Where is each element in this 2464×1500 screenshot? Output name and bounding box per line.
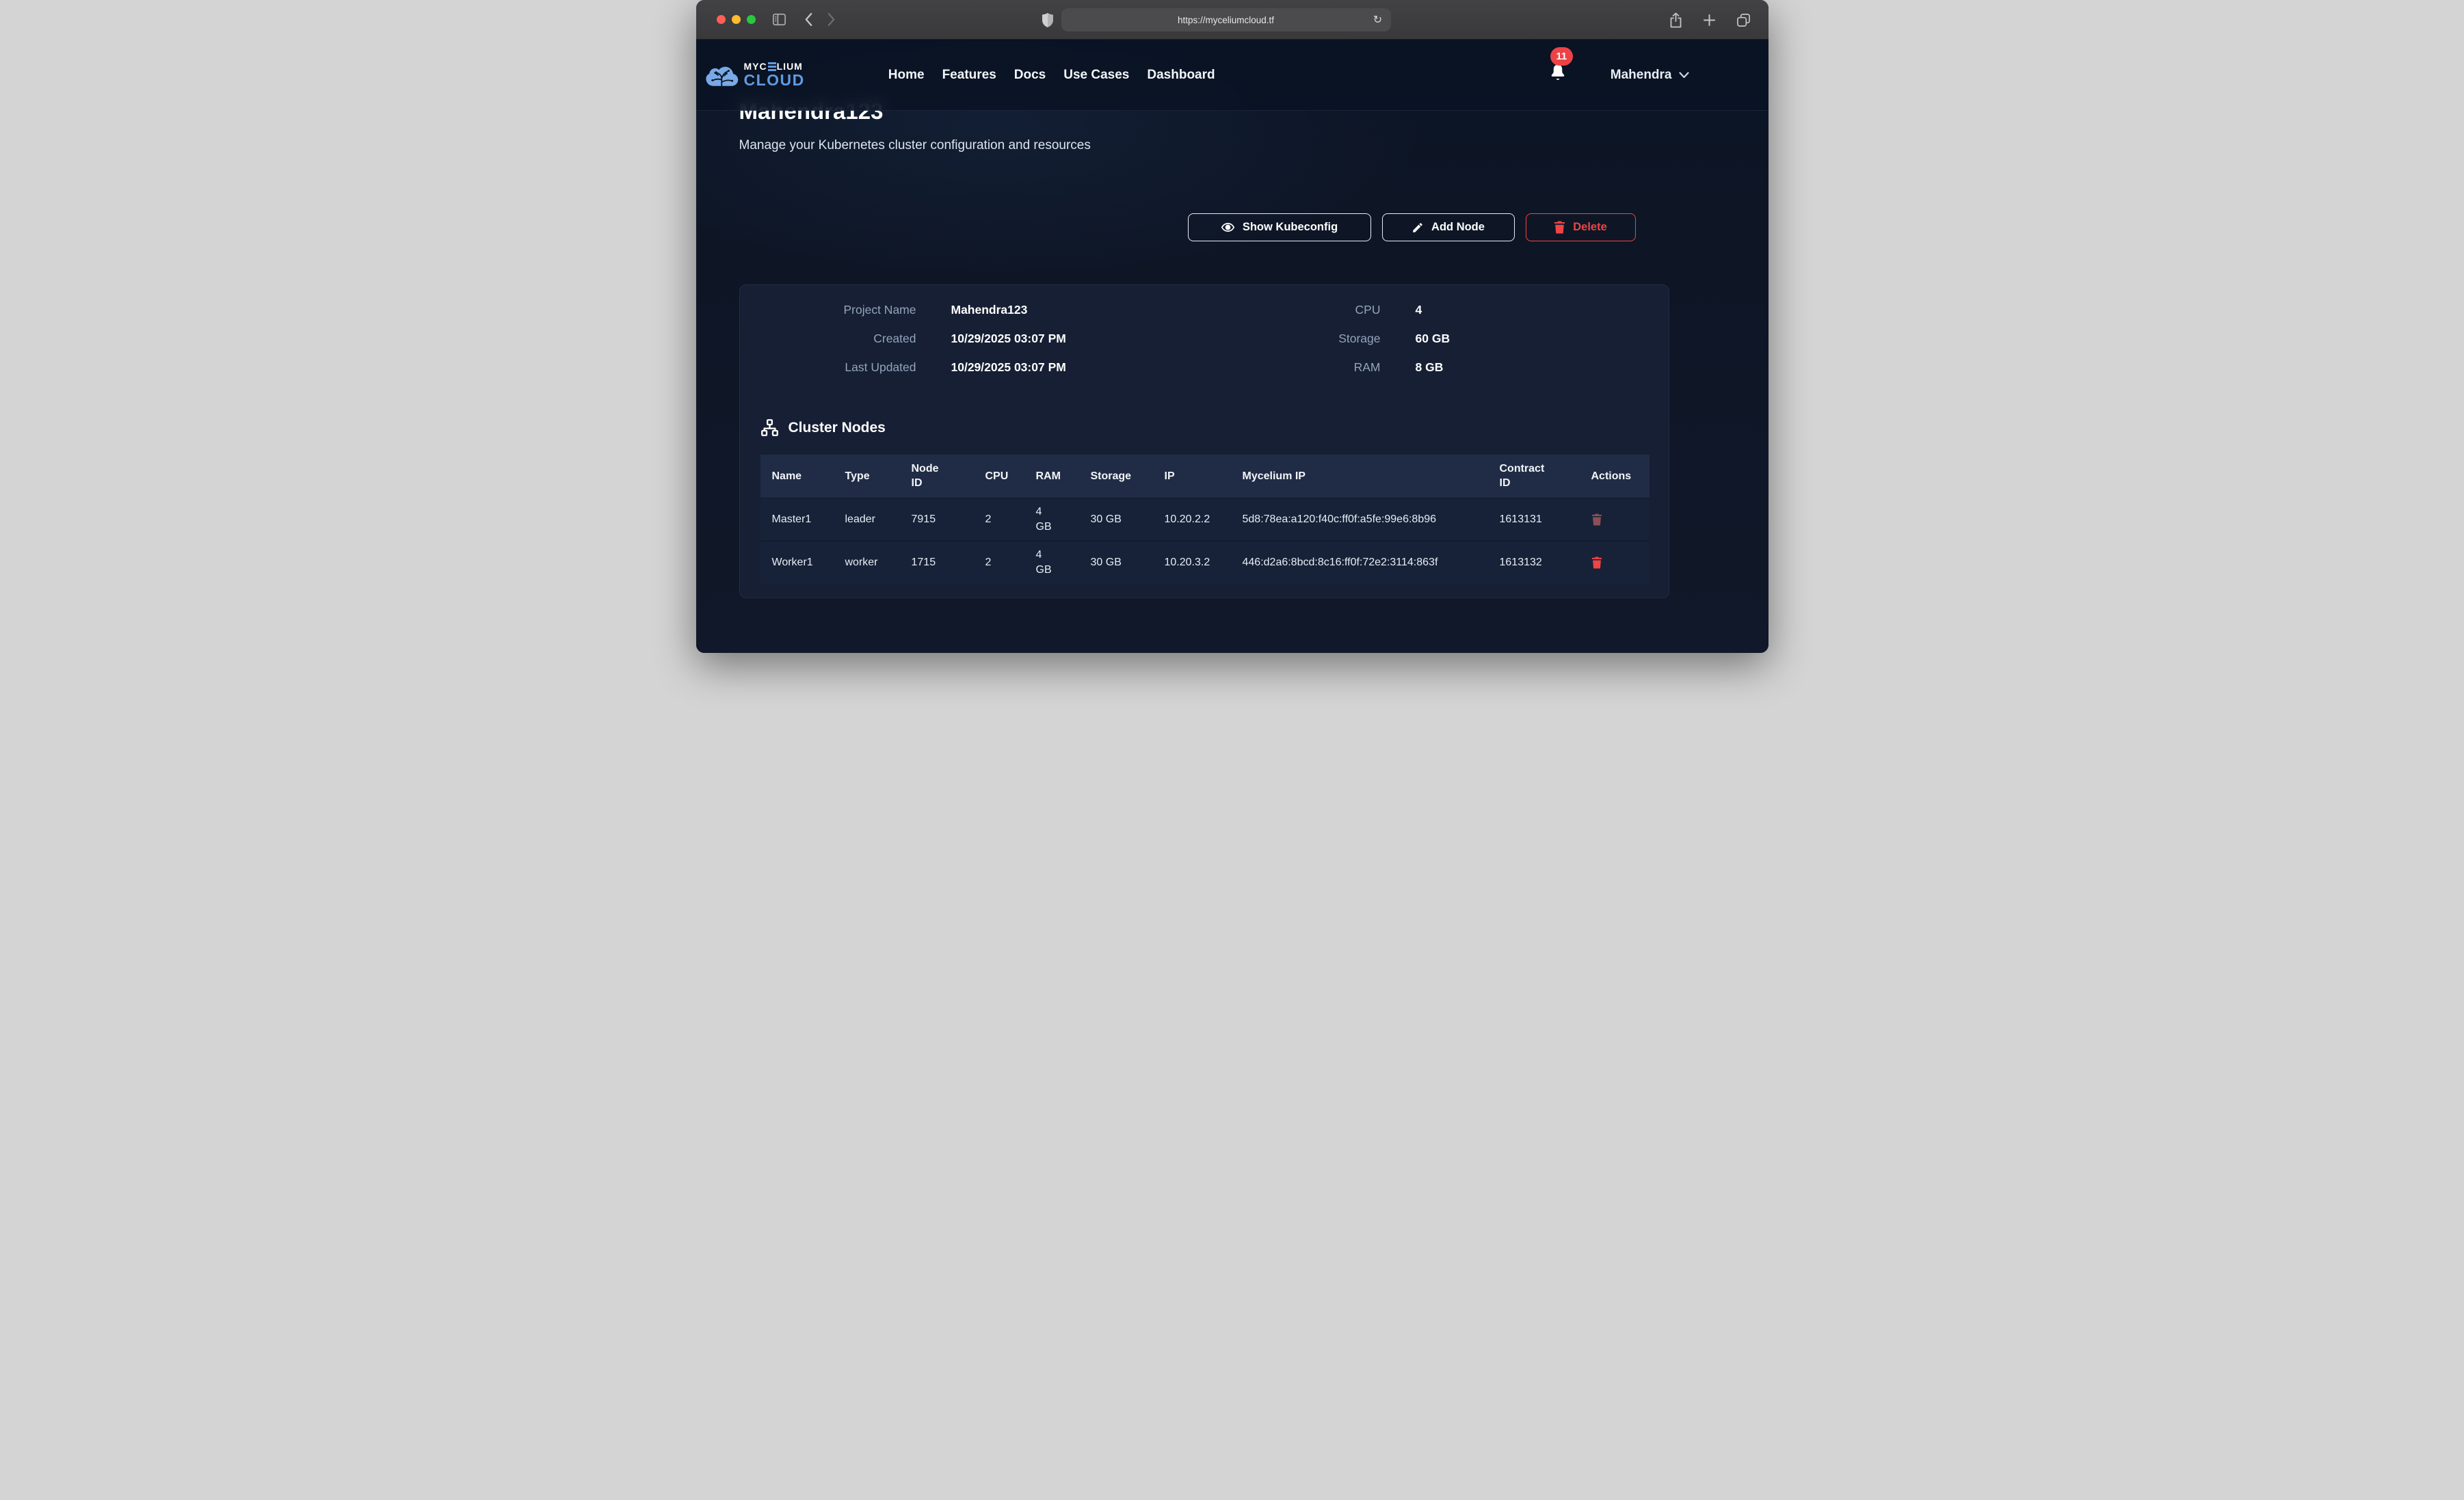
- cell-storage: 30 GB: [1079, 541, 1153, 584]
- cell-ram: 4 GB: [1024, 498, 1079, 541]
- cell-contract-id: 1613132: [1488, 541, 1580, 584]
- add-node-label: Add Node: [1431, 221, 1485, 234]
- cell-cpu: 2: [974, 498, 1024, 541]
- cell-actions: [1580, 541, 1650, 584]
- chevron-down-icon: [1679, 72, 1689, 79]
- show-kubeconfig-label: Show Kubeconfig: [1243, 221, 1338, 234]
- add-node-button[interactable]: Add Node: [1382, 213, 1515, 241]
- logo-wordmark: MYCLIUM CLOUD: [744, 62, 805, 88]
- zoom-window-button[interactable]: [747, 15, 756, 24]
- logo-e-bars: [768, 62, 776, 71]
- nav-link-dashboard[interactable]: Dashboard: [1147, 68, 1215, 83]
- eye-icon: [1221, 220, 1235, 235]
- created-value: 10/29/2025 03:07 PM: [951, 332, 1066, 346]
- traffic-lights: [717, 15, 756, 24]
- col-mycelium-ip: Mycelium IP: [1231, 455, 1488, 498]
- project-name-value: Mahendra123: [951, 303, 1028, 317]
- storage-value: 60 GB: [1416, 332, 1450, 346]
- nav-link-use-cases[interactable]: Use Cases: [1063, 68, 1129, 83]
- table-row: Master1 leader 7915 2 4 GB 30 GB 10.20.2…: [760, 498, 1650, 541]
- trash-icon: [1554, 221, 1565, 234]
- user-name: Mahendra: [1611, 68, 1672, 83]
- col-node-id: Node ID: [900, 455, 974, 498]
- close-window-button[interactable]: [717, 15, 726, 24]
- back-icon[interactable]: [804, 12, 813, 27]
- cluster-details-card: Project Name Mahendra123 Created 10/29/2…: [739, 284, 1669, 598]
- cell-type: leader: [834, 498, 900, 541]
- cell-actions: [1580, 498, 1650, 541]
- network-icon: [760, 418, 779, 437]
- cell-ram: 4 GB: [1024, 541, 1079, 584]
- col-type: Type: [834, 455, 900, 498]
- cell-contract-id: 1613131: [1488, 498, 1580, 541]
- bell-icon: [1549, 64, 1567, 83]
- nav-link-docs[interactable]: Docs: [1014, 68, 1046, 83]
- col-ip: IP: [1153, 455, 1231, 498]
- cell-node-id: 7915: [900, 498, 974, 541]
- cell-ip: 10.20.3.2: [1153, 541, 1231, 584]
- tab-overview-icon[interactable]: [1736, 13, 1751, 27]
- info-label: RAM: [1204, 360, 1381, 375]
- info-label: CPU: [1204, 303, 1381, 317]
- cell-mycelium-ip: 446:d2a6:8bcd:8c16:ff0f:72e2:3114:863f: [1231, 541, 1488, 584]
- sidebar-toggle-icon[interactable]: [772, 13, 786, 26]
- info-label: Last Updated: [740, 360, 916, 375]
- nav-link-features[interactable]: Features: [942, 68, 996, 83]
- info-label: Project Name: [740, 303, 916, 317]
- cell-mycelium-ip: 5d8:78ea:a120:f40c:ff0f:a5fe:99e6:8b96: [1231, 498, 1488, 541]
- cell-node-id: 1715: [900, 541, 974, 584]
- address-bar[interactable]: https://myceliumcloud.tf ↻: [1061, 8, 1391, 31]
- page-subtitle: Manage your Kubernetes cluster configura…: [739, 137, 1669, 155]
- col-actions: Actions: [1580, 455, 1650, 498]
- page-viewport: Mahendra123 Manage your Kubernetes clust…: [696, 40, 1768, 653]
- reload-icon[interactable]: ↻: [1369, 11, 1387, 29]
- table-row: Worker1 worker 1715 2 4 GB 30 GB 10.20.3…: [760, 541, 1650, 584]
- minimize-window-button[interactable]: [732, 15, 741, 24]
- new-tab-icon[interactable]: [1703, 14, 1716, 27]
- user-menu[interactable]: Mahendra: [1611, 68, 1689, 83]
- cell-cpu: 2: [974, 541, 1024, 584]
- delete-label: Delete: [1573, 221, 1607, 234]
- ram-value: 8 GB: [1416, 360, 1444, 375]
- notifications-button[interactable]: 11: [1549, 64, 1567, 86]
- delete-node-button[interactable]: [1591, 557, 1602, 569]
- col-cpu: CPU: [974, 455, 1024, 498]
- cell-type: worker: [834, 541, 900, 584]
- info-label: Created: [740, 332, 916, 346]
- show-kubeconfig-button[interactable]: Show Kubeconfig: [1188, 213, 1371, 241]
- delete-cluster-button[interactable]: Delete: [1526, 213, 1636, 241]
- cluster-nodes-table: Name Type Node ID CPU RAM Storage IP Myc…: [760, 455, 1650, 584]
- cell-storage: 30 GB: [1079, 498, 1153, 541]
- browser-window: https://myceliumcloud.tf ↻: [696, 0, 1768, 653]
- project-info: Project Name Mahendra123 Created 10/29/2…: [740, 303, 1669, 375]
- mycelium-cloud-logo[interactable]: MYCLIUM CLOUD: [706, 62, 805, 88]
- cluster-nodes-heading: Cluster Nodes: [760, 418, 1648, 437]
- notification-count-badge: 11: [1550, 47, 1573, 66]
- share-icon[interactable]: [1669, 12, 1682, 28]
- url-text: https://myceliumcloud.tf: [1178, 15, 1274, 25]
- browser-chrome: https://myceliumcloud.tf ↻: [696, 0, 1768, 40]
- privacy-shield-icon[interactable]: [1042, 13, 1053, 27]
- cell-ip: 10.20.2.2: [1153, 498, 1231, 541]
- cluster-nodes-title: Cluster Nodes: [789, 420, 886, 436]
- delete-node-button[interactable]: [1591, 513, 1602, 526]
- col-storage: Storage: [1079, 455, 1153, 498]
- table-header-row: Name Type Node ID CPU RAM Storage IP Myc…: [760, 455, 1650, 498]
- cell-name: Master1: [760, 498, 834, 541]
- col-name: Name: [760, 455, 834, 498]
- last-updated-value: 10/29/2025 03:07 PM: [951, 360, 1066, 375]
- nav-link-home[interactable]: Home: [888, 68, 925, 83]
- forward-icon[interactable]: [827, 12, 836, 27]
- col-ram: RAM: [1024, 455, 1079, 498]
- cpu-value: 4: [1416, 303, 1422, 317]
- cloud-logo-icon: [706, 62, 739, 88]
- cluster-actions-row: Show Kubeconfig Add Node: [739, 213, 1669, 241]
- pencil-icon: [1412, 222, 1424, 234]
- cell-name: Worker1: [760, 541, 834, 584]
- col-contract-id: Contract ID: [1488, 455, 1580, 498]
- site-navbar: MYCLIUM CLOUD Home Features Docs Use Cas…: [696, 40, 1768, 111]
- main-nav: Home Features Docs Use Cases Dashboard: [888, 68, 1215, 83]
- info-label: Storage: [1204, 332, 1381, 346]
